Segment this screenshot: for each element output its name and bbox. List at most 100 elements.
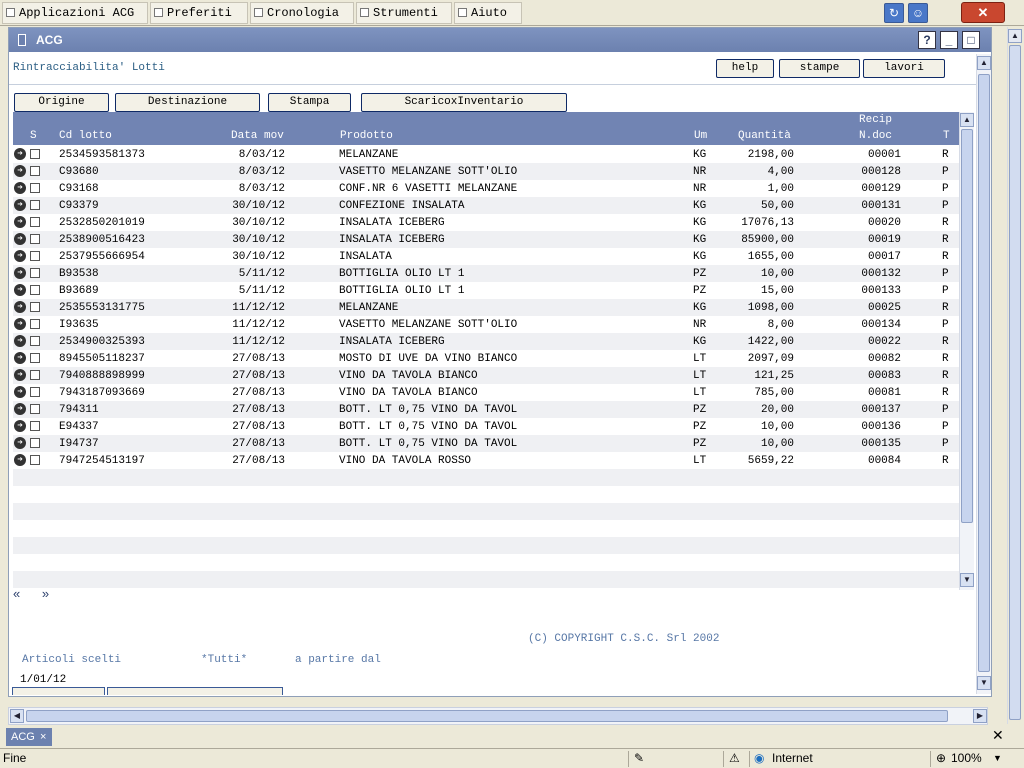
row-checkbox[interactable] — [30, 319, 40, 329]
scroll-left-icon[interactable]: ◀ — [10, 709, 24, 723]
table-row[interactable]: ➜ 794311 27/08/13 BOTT. LT 0,75 VINO DA TAV… — [13, 401, 959, 418]
table-row[interactable]: ➜ 2537955666954 30/10/12 INSALATA KG 1655,00 0… — [13, 248, 959, 265]
row-action-icon[interactable]: ➜ — [14, 403, 26, 415]
help-icon[interactable]: ? — [918, 31, 936, 49]
table-row[interactable]: ➜ 2534900325393 11/12/12 INSALATA ICEBERG KG… — [13, 333, 959, 350]
table-scrollbar[interactable]: ▲ ▼ — [959, 112, 974, 590]
row-action-icon[interactable]: ➜ — [14, 335, 26, 347]
partial-field[interactable] — [107, 687, 283, 695]
table-row[interactable]: ➜ 7947254513197 27/08/13 VINO DA TAVOLA ROS… — [13, 452, 959, 469]
stampa-button[interactable]: Stampa — [268, 93, 351, 112]
refresh-icon[interactable]: ↻ — [884, 3, 904, 23]
menu-aiuto[interactable]: Aiuto — [454, 2, 522, 24]
close-tab-icon[interactable]: ✕ — [992, 727, 1004, 744]
row-checkbox[interactable] — [30, 234, 40, 244]
row-action-icon[interactable]: ➜ — [14, 216, 26, 228]
row-checkbox[interactable] — [30, 302, 40, 312]
tab-close-icon[interactable]: × — [40, 728, 46, 746]
help-button[interactable]: help — [716, 59, 774, 78]
horizontal-scrollbar[interactable]: ◀ ▶ — [8, 707, 988, 725]
row-checkbox[interactable] — [30, 370, 40, 380]
menu-applicazioni[interactable]: Applicazioni ACG — [2, 2, 148, 24]
stampe-button[interactable]: stampe — [779, 59, 860, 78]
prev-page-button[interactable]: « — [13, 586, 20, 601]
row-action-icon[interactable]: ➜ — [14, 284, 26, 296]
next-page-button[interactable]: » — [42, 586, 49, 601]
row-action-icon[interactable]: ➜ — [14, 437, 26, 449]
origine-button[interactable]: Origine — [14, 93, 109, 112]
scaricoxinventario-button[interactable]: ScaricoxInventario — [361, 93, 567, 112]
close-icon[interactable]: ✕ — [961, 2, 1005, 23]
row-checkbox[interactable] — [30, 251, 40, 261]
table-row[interactable]: ➜ B93689 5/11/12 BOTTIGLIA OLIO LT 1 PZ 15,00… — [13, 282, 959, 299]
table-row[interactable]: ➜ 7943187093669 27/08/13 VINO DA TAVOLA BIA… — [13, 384, 959, 401]
scroll-thumb[interactable] — [978, 74, 990, 672]
menu-cronologia[interactable]: Cronologia — [250, 2, 354, 24]
scroll-thumb[interactable] — [961, 129, 973, 523]
row-action-icon[interactable]: ➜ — [14, 386, 26, 398]
row-action-icon[interactable]: ➜ — [14, 165, 26, 177]
partial-field[interactable] — [12, 687, 105, 695]
page-scrollbar[interactable]: ▲ ▼ — [976, 54, 991, 694]
date-field[interactable]: 1/01/12 — [20, 674, 66, 686]
table-row[interactable]: ➜ 2538900516423 30/10/12 INSALATA ICEBERG KG… — [13, 231, 959, 248]
row-action-icon[interactable]: ➜ — [14, 420, 26, 432]
row-action-icon[interactable]: ➜ — [14, 352, 26, 364]
scroll-right-icon[interactable]: ▶ — [973, 709, 987, 723]
menu-preferiti[interactable]: Preferiti — [150, 2, 248, 24]
scroll-up-icon[interactable]: ▲ — [1008, 29, 1022, 43]
scroll-up-icon[interactable]: ▲ — [977, 56, 991, 70]
row-action-icon[interactable]: ➜ — [14, 148, 26, 160]
browser-scrollbar[interactable]: ▲ — [1007, 27, 1022, 724]
menu-strumenti[interactable]: Strumenti — [356, 2, 452, 24]
destinazione-button[interactable]: Destinazione — [115, 93, 260, 112]
scroll-thumb[interactable] — [26, 710, 948, 722]
row-checkbox[interactable] — [30, 421, 40, 431]
table-row[interactable]: ➜ C93168 8/03/12 CONF.NR 6 VASETTI MELANZAN… — [13, 180, 959, 197]
tab-acg[interactable]: ACG × — [6, 728, 52, 746]
row-checkbox[interactable] — [30, 336, 40, 346]
row-checkbox[interactable] — [30, 404, 40, 414]
table-row[interactable]: ➜ E94337 27/08/13 BOTT. LT 0,75 VINO DA TAV… — [13, 418, 959, 435]
table-row[interactable]: ➜ 2532850201019 30/10/12 INSALATA ICEBERG KG… — [13, 214, 959, 231]
table-row[interactable]: ➜ C93680 8/03/12 VASETTO MELANZANE SOTT'OLI… — [13, 163, 959, 180]
scroll-up-icon[interactable]: ▲ — [960, 113, 974, 127]
row-checkbox[interactable] — [30, 438, 40, 448]
row-checkbox[interactable] — [30, 387, 40, 397]
scroll-down-icon[interactable]: ▼ — [977, 676, 991, 690]
table-row[interactable]: ➜ 2534593581373 8/03/12 MELANZANE KG 2198,00 0… — [13, 146, 959, 163]
row-checkbox[interactable] — [30, 166, 40, 176]
row-action-icon[interactable]: ➜ — [14, 233, 26, 245]
row-action-icon[interactable]: ➜ — [14, 267, 26, 279]
row-action-icon[interactable]: ➜ — [14, 182, 26, 194]
table-row[interactable]: ➜ 7940888898999 27/08/13 VINO DA TAVOLA BIA… — [13, 367, 959, 384]
row-action-icon[interactable]: ➜ — [14, 199, 26, 211]
maximize-icon[interactable]: □ — [962, 31, 980, 49]
table-row[interactable]: ➜ B93538 5/11/12 BOTTIGLIA OLIO LT 1 PZ 10,00… — [13, 265, 959, 282]
scroll-down-icon[interactable]: ▼ — [960, 573, 974, 587]
minimize-icon[interactable]: _ — [940, 31, 958, 49]
table-row[interactable]: ➜ 2535553131775 11/12/12 MELANZANE KG 1098,00… — [13, 299, 959, 316]
row-checkbox[interactable] — [30, 217, 40, 227]
row-action-icon[interactable]: ➜ — [14, 318, 26, 330]
table-row[interactable]: ➜ I93635 11/12/12 VASETTO MELANZANE SOTT'OL… — [13, 316, 959, 333]
row-action-icon[interactable]: ➜ — [14, 369, 26, 381]
row-action-icon[interactable]: ➜ — [14, 250, 26, 262]
row-checkbox[interactable] — [30, 200, 40, 210]
row-checkbox[interactable] — [30, 183, 40, 193]
row-action-icon[interactable]: ➜ — [14, 301, 26, 313]
user-icon[interactable]: ☺ — [908, 3, 928, 23]
lavori-button[interactable]: lavori — [863, 59, 945, 78]
row-checkbox[interactable] — [30, 455, 40, 465]
table-row[interactable]: ➜ 8945505118237 27/08/13 MOSTO DI UVE DA VI… — [13, 350, 959, 367]
chevron-down-icon[interactable]: ▼ — [993, 749, 1002, 768]
scroll-thumb[interactable] — [1009, 45, 1021, 720]
row-checkbox[interactable] — [30, 149, 40, 159]
table-row[interactable]: ➜ C93379 30/10/12 CONFEZIONE INSALATA KG 50,0… — [13, 197, 959, 214]
table-row[interactable]: ➜ I94737 27/08/13 BOTT. LT 0,75 VINO DA TAV… — [13, 435, 959, 452]
row-action-icon[interactable]: ➜ — [14, 454, 26, 466]
zoom-level[interactable]: 100% — [951, 749, 982, 768]
row-checkbox[interactable] — [30, 268, 40, 278]
row-checkbox[interactable] — [30, 353, 40, 363]
row-checkbox[interactable] — [30, 285, 40, 295]
